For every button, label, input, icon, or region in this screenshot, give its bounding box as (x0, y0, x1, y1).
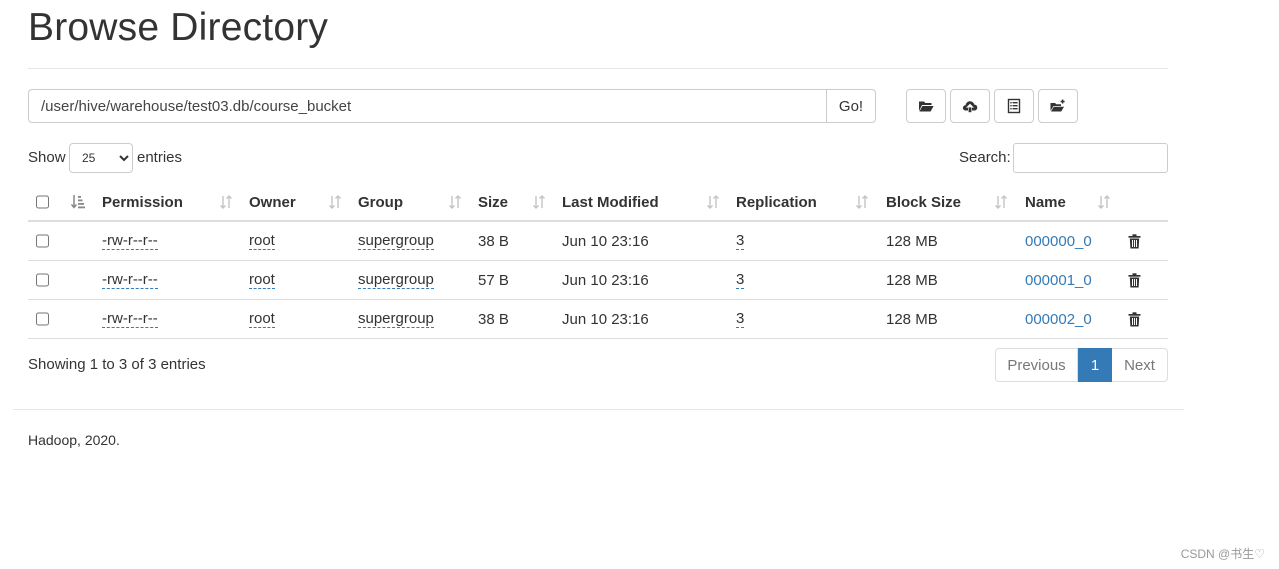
search-label: Search: (959, 149, 1011, 166)
page-1-button[interactable]: 1 (1078, 348, 1112, 382)
sort-icon (706, 184, 720, 220)
file-name-link[interactable]: 000001_0 (1025, 261, 1092, 299)
column-header-group[interactable]: Group (358, 184, 403, 220)
folder-plus-icon (1050, 99, 1065, 112)
table-header: Permission Owner Group Size Last Modifie… (28, 184, 1168, 222)
footer-divider (13, 409, 1184, 410)
path-bar: Go! (28, 89, 876, 123)
file-list-button[interactable] (994, 89, 1034, 123)
owner-cell[interactable]: root (249, 261, 275, 299)
sort-toggle[interactable] (71, 184, 85, 220)
path-input[interactable] (28, 89, 826, 123)
footer-text: Hadoop, 2020. (28, 432, 120, 448)
next-page-button[interactable]: Next (1112, 348, 1168, 382)
row-checkbox[interactable] (36, 312, 49, 326)
replication-cell[interactable]: 3 (736, 300, 745, 338)
page-size-select[interactable]: 25 (69, 143, 133, 173)
file-name-link[interactable]: 000000_0 (1025, 222, 1092, 260)
size-cell: 38 B (478, 232, 509, 250)
block-size-cell: 128 MB (886, 232, 938, 250)
group-cell[interactable]: supergroup (358, 300, 434, 338)
column-header-block-size[interactable]: Block Size (886, 184, 961, 220)
column-header-permission[interactable]: Permission (102, 184, 183, 220)
column-header-name[interactable]: Name (1025, 184, 1066, 220)
column-header-last-modified[interactable]: Last Modified (562, 184, 659, 220)
go-button[interactable]: Go! (826, 89, 876, 123)
table-row: -rw-r--r-- root supergroup 38 B Jun 10 2… (28, 222, 1168, 261)
upload-button[interactable] (950, 89, 990, 123)
sort-icon (328, 184, 342, 220)
trash-icon (1128, 272, 1141, 287)
column-header-size[interactable]: Size (478, 184, 508, 220)
pagination: Previous 1 Next (995, 348, 1168, 382)
sort-icon (448, 184, 462, 220)
block-size-cell: 128 MB (886, 310, 938, 328)
new-folder-button[interactable] (1038, 89, 1078, 123)
permission-cell[interactable]: -rw-r--r-- (102, 300, 158, 338)
column-header-owner[interactable]: Owner (249, 184, 296, 220)
trash-icon (1128, 233, 1141, 248)
size-cell: 38 B (478, 310, 509, 328)
replication-cell[interactable]: 3 (736, 222, 745, 260)
modified-cell: Jun 10 23:16 (562, 271, 649, 289)
sort-icon (532, 184, 546, 220)
entries-label: entries (137, 149, 183, 166)
list-alt-icon (1007, 98, 1021, 114)
select-all-checkbox[interactable] (36, 195, 49, 209)
delete-button[interactable] (1128, 261, 1141, 299)
sort-icon (219, 184, 233, 220)
column-header-replication[interactable]: Replication (736, 184, 817, 220)
size-cell: 57 B (478, 271, 509, 289)
sort-icon (994, 184, 1008, 220)
permission-cell[interactable]: -rw-r--r-- (102, 261, 158, 299)
browse-folder-button[interactable] (906, 89, 946, 123)
row-checkbox[interactable] (36, 273, 49, 287)
show-label: Show (28, 149, 66, 166)
trash-icon (1128, 311, 1141, 326)
folder-open-icon (919, 101, 934, 112)
replication-cell[interactable]: 3 (736, 261, 745, 299)
title-divider (28, 68, 1168, 69)
file-name-link[interactable]: 000002_0 (1025, 300, 1092, 338)
page-title: Browse Directory (28, 6, 329, 49)
block-size-cell: 128 MB (886, 271, 938, 289)
cloud-upload-icon (962, 101, 978, 113)
sort-icon (1097, 184, 1111, 220)
modified-cell: Jun 10 23:16 (562, 310, 649, 328)
watermark: CSDN @书生♡ (1180, 547, 1265, 561)
permission-cell[interactable]: -rw-r--r-- (102, 222, 158, 260)
group-cell[interactable]: supergroup (358, 261, 434, 299)
sort-icon (855, 184, 869, 220)
search-input[interactable] (1013, 143, 1168, 173)
row-checkbox[interactable] (36, 234, 49, 248)
group-cell[interactable]: supergroup (358, 222, 434, 260)
sort-amount-icon (71, 195, 85, 209)
previous-page-button[interactable]: Previous (995, 348, 1078, 382)
table-row: -rw-r--r-- root supergroup 57 B Jun 10 2… (28, 261, 1168, 300)
delete-button[interactable] (1128, 222, 1141, 260)
modified-cell: Jun 10 23:16 (562, 232, 649, 250)
file-table: Permission Owner Group Size Last Modifie… (28, 184, 1168, 339)
table-info: Showing 1 to 3 of 3 entries (28, 356, 206, 373)
delete-button[interactable] (1128, 300, 1141, 338)
table-row: -rw-r--r-- root supergroup 38 B Jun 10 2… (28, 300, 1168, 339)
owner-cell[interactable]: root (249, 300, 275, 338)
owner-cell[interactable]: root (249, 222, 275, 260)
